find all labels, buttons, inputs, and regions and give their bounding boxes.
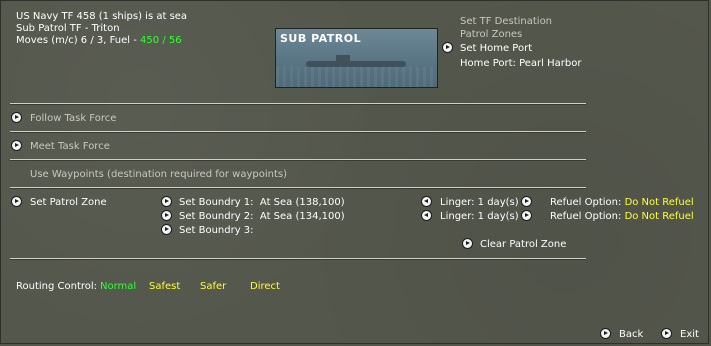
boundry-3-label: Set Boundry 3: xyxy=(179,225,254,236)
routing-control-label: Routing Control: xyxy=(16,281,98,292)
routing-normal-button[interactable]: Normal xyxy=(100,281,136,293)
set-tf-destination-label: Set TF Destination xyxy=(460,16,553,27)
exit-button[interactable]: Exit xyxy=(680,329,699,341)
sub-patrol-title: SUB PATROL xyxy=(280,32,362,45)
boundry-2-value: At Sea (134,100) xyxy=(259,211,345,222)
moves-label: Moves (m/c) 6 / 3, Fuel - xyxy=(16,35,141,46)
refuel-1-value[interactable]: Do Not Refuel xyxy=(625,197,694,208)
divider xyxy=(10,258,586,260)
linger-2-decrease-icon[interactable] xyxy=(422,211,431,220)
linger-1-increase-icon[interactable] xyxy=(522,197,531,206)
routing-safer-button[interactable]: Safer xyxy=(200,281,226,293)
boundry-1-label: Set Boundry 1: xyxy=(179,197,254,208)
sub-patrol-image: SUB PATROL xyxy=(275,28,438,88)
back-button[interactable]: Back xyxy=(619,329,643,341)
sea-texture xyxy=(276,67,437,87)
set-boundry-3-button[interactable]: Set Boundry 3: xyxy=(179,225,254,237)
boundry-1-value: At Sea (138,100) xyxy=(259,197,345,208)
refuel-1-label: Refuel Option: xyxy=(550,197,622,208)
set-boundry-2-button[interactable]: Set Boundry 2: At Sea (134,100) xyxy=(179,211,345,223)
tf-name-line: Sub Patrol TF - Triton xyxy=(16,23,120,34)
refuel-option-1[interactable]: Refuel Option: Do Not Refuel xyxy=(550,197,694,209)
set-home-port-button[interactable]: Set Home Port xyxy=(460,43,532,55)
exit-arrow-icon[interactable] xyxy=(662,329,671,338)
set-patrol-zone-arrow-icon[interactable] xyxy=(12,197,21,206)
linger-2-increase-icon[interactable] xyxy=(522,211,531,220)
back-arrow-icon[interactable] xyxy=(601,329,610,338)
refuel-option-2[interactable]: Refuel Option: Do Not Refuel xyxy=(550,211,694,223)
meet-task-force-arrow-icon[interactable] xyxy=(12,141,21,150)
divider xyxy=(10,131,586,133)
follow-task-force-button[interactable]: Follow Task Force xyxy=(30,113,116,125)
linger-2-value: Linger: 1 day(s) xyxy=(440,211,519,222)
routing-safest-button[interactable]: Safest xyxy=(149,281,180,293)
divider xyxy=(10,187,586,189)
moves-fuel-line: Moves (m/c) 6 / 3, Fuel - 450 / 56 xyxy=(16,35,182,47)
follow-task-force-arrow-icon[interactable] xyxy=(12,113,21,122)
use-waypoints-label[interactable]: Use Waypoints (destination required for … xyxy=(30,169,287,181)
linger-1-decrease-icon[interactable] xyxy=(422,197,431,206)
set-patrol-zone-button[interactable]: Set Patrol Zone xyxy=(30,197,107,209)
home-port-label: Home Port: Pearl Harbor xyxy=(460,58,582,69)
routing-direct-button[interactable]: Direct xyxy=(250,281,280,293)
set-boundry-3-arrow-icon[interactable] xyxy=(162,225,171,234)
tf-status-line: US Navy TF 458 (1 ships) is at sea xyxy=(16,11,188,22)
linger-1-value: Linger: 1 day(s) xyxy=(440,197,519,208)
set-boundry-2-arrow-icon[interactable] xyxy=(162,211,171,220)
patrol-zones-label: Patrol Zones xyxy=(460,29,523,40)
set-boundry-1-button[interactable]: Set Boundry 1: At Sea (138,100) xyxy=(179,197,345,209)
refuel-2-value[interactable]: Do Not Refuel xyxy=(625,211,694,222)
divider xyxy=(10,103,586,105)
clear-patrol-zone-arrow-icon[interactable] xyxy=(463,239,472,248)
refuel-2-label: Refuel Option: xyxy=(550,211,622,222)
meet-task-force-button[interactable]: Meet Task Force xyxy=(30,141,110,153)
clear-patrol-zone-button[interactable]: Clear Patrol Zone xyxy=(480,239,566,251)
set-home-port-arrow-icon[interactable] xyxy=(443,43,452,52)
fuel-value: 450 / 56 xyxy=(140,35,182,46)
divider xyxy=(10,159,586,161)
boundry-2-label: Set Boundry 2: xyxy=(179,211,254,222)
set-boundry-1-arrow-icon[interactable] xyxy=(162,197,171,206)
